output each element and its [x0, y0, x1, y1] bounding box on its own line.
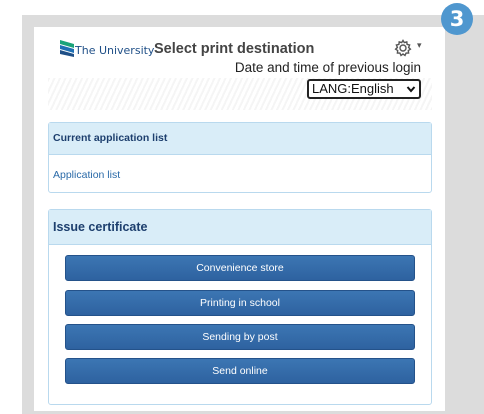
- convenience-store-button[interactable]: Convenience store: [65, 255, 415, 281]
- language-select-value: LANG:English: [312, 81, 394, 96]
- gear-icon[interactable]: [393, 38, 413, 58]
- issue-certificate-card: Issue certificate Convenience store Prin…: [48, 209, 432, 405]
- issue-certificate-heading: Issue certificate: [49, 210, 431, 245]
- printing-in-school-button[interactable]: Printing in school: [65, 290, 415, 316]
- settings-caret-icon[interactable]: ▾: [417, 40, 422, 51]
- language-select[interactable]: LANG:English: [307, 79, 421, 99]
- current-application-card: Current application list Application lis…: [48, 122, 432, 193]
- send-online-button[interactable]: Send online: [65, 358, 415, 384]
- current-application-heading: Current application list: [49, 123, 431, 155]
- application-list-link[interactable]: Application list: [53, 169, 120, 181]
- step-number-badge: 3: [441, 3, 473, 35]
- previous-login-info: Date and time of previous login: [234, 60, 421, 75]
- sending-by-post-button[interactable]: Sending by post: [65, 324, 415, 350]
- university-name: The University: [75, 44, 155, 57]
- university-logo: [60, 40, 74, 57]
- chevron-down-icon: [406, 86, 416, 93]
- page-title: Select print destination: [154, 41, 315, 57]
